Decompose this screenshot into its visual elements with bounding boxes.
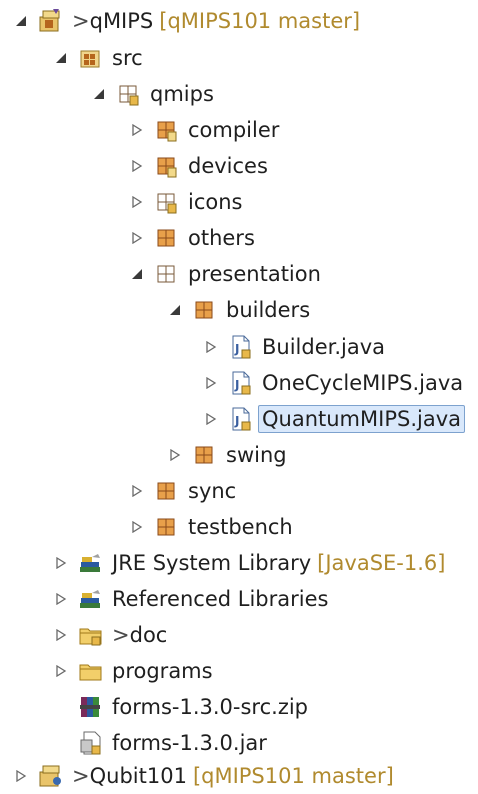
tree-item-onecyclemips-java[interactable]: J OneCycleMIPS.java xyxy=(202,365,463,401)
tree-item-quantummips-java[interactable]: J QuantumMIPS.java xyxy=(202,401,465,437)
tree-item-jre-library[interactable]: JRE System Library [JavaSE-1.6] xyxy=(52,545,445,581)
tree-item-label: devices xyxy=(188,154,268,178)
collapsed-arrow-icon[interactable] xyxy=(202,374,220,392)
tree-item-label: Referenced Libraries xyxy=(112,587,329,611)
tree-item-forms-jar[interactable]: forms-1.3.0.jar xyxy=(78,725,267,761)
collapsed-arrow-icon[interactable] xyxy=(128,193,146,211)
folder-prefix: > xyxy=(112,623,130,647)
tree-item-label: swing xyxy=(226,443,287,467)
java-file-icon: J xyxy=(228,406,254,432)
tree-item-label: testbench xyxy=(188,515,293,539)
tree-item-testbench[interactable]: testbench xyxy=(128,509,293,545)
collapsed-arrow-icon[interactable] xyxy=(52,662,70,680)
collapsed-arrow-icon[interactable] xyxy=(128,157,146,175)
collapsed-arrow-icon[interactable] xyxy=(52,590,70,608)
tree-item-label: OneCycleMIPS.java xyxy=(262,371,464,395)
tree-item-doc-folder[interactable]: > doc xyxy=(52,617,167,653)
package-icon xyxy=(154,478,180,504)
tree-item-label: Builder.java xyxy=(262,335,386,359)
expanded-arrow-icon[interactable] xyxy=(166,301,184,319)
package-icon xyxy=(154,117,180,143)
library-icon xyxy=(78,586,104,612)
collapsed-arrow-icon[interactable] xyxy=(128,518,146,536)
tree-item-sync[interactable]: sync xyxy=(128,473,236,509)
library-icon xyxy=(78,550,104,576)
tree-item-label: src xyxy=(112,46,143,70)
package-explorer-tree: > qMIPS [qMIPS101 master] src qmips comp… xyxy=(0,0,478,794)
tree-item-label: JRE System Library xyxy=(112,551,312,575)
collapsed-arrow-icon[interactable] xyxy=(128,229,146,247)
package-icon xyxy=(116,81,142,107)
expanded-arrow-icon[interactable] xyxy=(128,265,146,283)
svg-text:J: J xyxy=(234,378,239,392)
package-icon xyxy=(154,261,180,287)
git-decoration: [qMIPS101 master] xyxy=(192,764,394,788)
tree-item-programs-folder[interactable]: programs xyxy=(52,653,213,689)
folder-icon xyxy=(78,622,104,648)
tree-item-qubit-project[interactable]: > Qubit101 [qMIPS101 master] xyxy=(12,758,394,794)
tree-item-forms-src-zip[interactable]: forms-1.3.0-src.zip xyxy=(78,689,308,725)
svg-text:J: J xyxy=(234,414,239,428)
collapsed-arrow-icon[interactable] xyxy=(52,554,70,572)
library-decoration: [JavaSE-1.6] xyxy=(317,551,446,575)
expanded-arrow-icon[interactable] xyxy=(52,49,70,67)
collapsed-arrow-icon[interactable] xyxy=(128,482,146,500)
tree-item-builders[interactable]: builders xyxy=(166,292,310,328)
svg-text:J: J xyxy=(234,342,239,356)
git-project-icon xyxy=(38,763,64,789)
tree-item-label: forms-1.3.0.jar xyxy=(112,731,267,755)
tree-item-qmips-package[interactable]: qmips xyxy=(90,76,214,112)
collapsed-arrow-icon[interactable] xyxy=(202,410,220,428)
tree-item-presentation[interactable]: presentation xyxy=(128,256,321,292)
collapsed-arrow-icon[interactable] xyxy=(166,446,184,464)
expanded-arrow-icon[interactable] xyxy=(90,85,108,103)
tree-item-compiler[interactable]: compiler xyxy=(128,112,279,148)
collapsed-arrow-icon[interactable] xyxy=(128,121,146,139)
tree-item-label: Qubit101 xyxy=(89,764,187,788)
tree-item-others[interactable]: others xyxy=(128,220,255,256)
git-project-icon xyxy=(38,8,64,34)
collapsed-arrow-icon[interactable] xyxy=(52,626,70,644)
tree-item-label: presentation xyxy=(188,262,321,286)
tree-item-label: qmips xyxy=(150,82,214,106)
java-file-icon: J xyxy=(228,370,254,396)
git-decoration: [qMIPS101 master] xyxy=(159,9,361,33)
expanded-arrow-icon[interactable] xyxy=(12,12,30,30)
tree-item-icons[interactable]: icons xyxy=(128,184,242,220)
tree-item-src[interactable]: src xyxy=(52,40,143,76)
tree-item-label: programs xyxy=(112,659,213,683)
source-folder-icon xyxy=(78,45,104,71)
tree-item-label: icons xyxy=(188,190,243,214)
package-icon xyxy=(154,153,180,179)
collapsed-arrow-icon[interactable] xyxy=(202,338,220,356)
tree-item-devices[interactable]: devices xyxy=(128,148,268,184)
tree-item-label: QuantumMIPS.java xyxy=(258,405,465,433)
tree-item-label: sync xyxy=(188,479,237,503)
package-icon xyxy=(192,297,218,323)
project-prefix: > xyxy=(72,9,90,33)
tree-item-referenced-libraries[interactable]: Referenced Libraries xyxy=(52,581,328,617)
tree-item-label: compiler xyxy=(188,118,280,142)
tree-item-qmips-project[interactable]: > qMIPS [qMIPS101 master] xyxy=(12,3,360,39)
package-icon xyxy=(154,225,180,251)
package-icon xyxy=(192,442,218,468)
jar-file-icon xyxy=(78,730,104,756)
tree-item-label: forms-1.3.0-src.zip xyxy=(112,695,309,719)
zip-archive-icon xyxy=(78,694,104,720)
tree-item-label: qMIPS xyxy=(89,9,154,33)
tree-item-builder-java[interactable]: J Builder.java xyxy=(202,329,385,365)
folder-icon xyxy=(78,658,104,684)
tree-item-label: doc xyxy=(129,623,168,647)
tree-item-label: builders xyxy=(226,298,311,322)
tree-item-swing[interactable]: swing xyxy=(166,437,287,473)
tree-item-label: others xyxy=(188,226,255,250)
collapsed-arrow-icon[interactable] xyxy=(12,767,30,785)
package-icon xyxy=(154,189,180,215)
project-prefix: > xyxy=(72,764,90,788)
java-file-icon: J xyxy=(228,334,254,360)
package-icon xyxy=(154,514,180,540)
